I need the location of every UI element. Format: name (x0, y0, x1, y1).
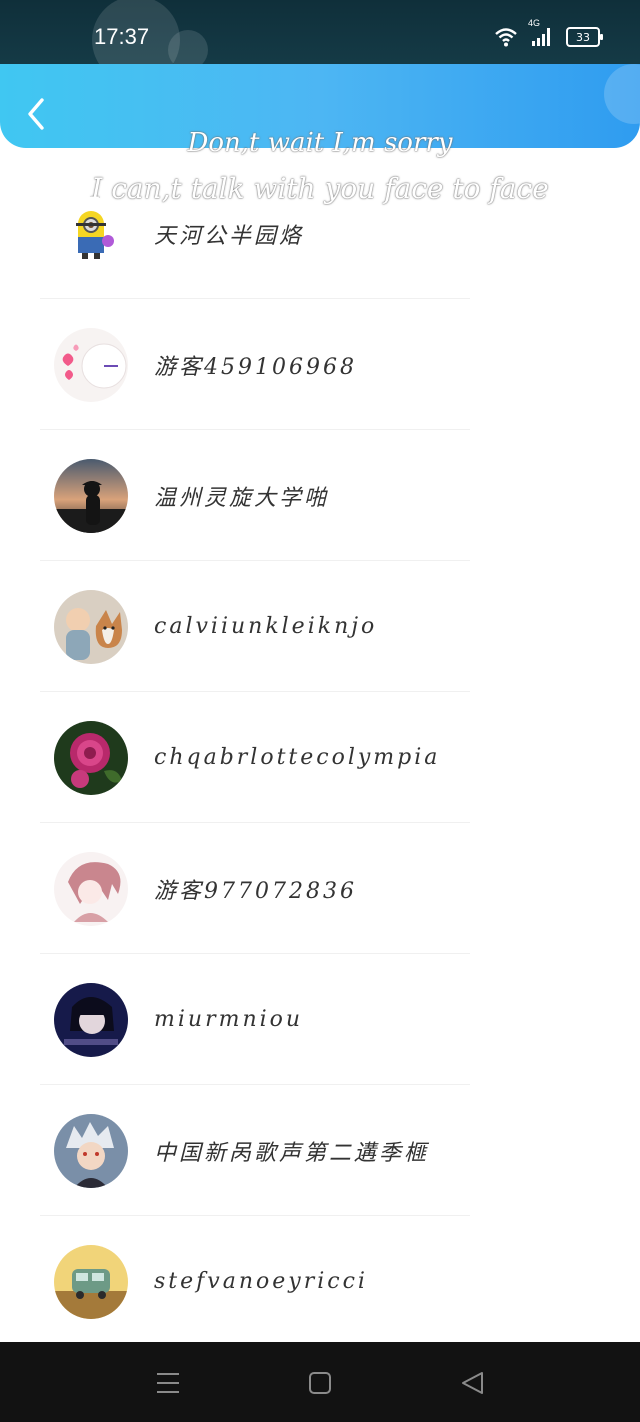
list-item[interactable]: stefvanoeyricci (0, 1216, 640, 1347)
back-nav-button[interactable] (458, 1370, 486, 1396)
chevron-left-icon (28, 98, 44, 130)
avatar (54, 982, 128, 1057)
home-button[interactable] (306, 1370, 334, 1396)
avatar (54, 851, 128, 926)
network-type-label: 4G (528, 18, 541, 28)
avatar (54, 720, 128, 795)
home-square-icon (309, 1372, 331, 1394)
user-name: 游客459106968 (154, 354, 357, 380)
decorative-bubble (604, 64, 640, 124)
user-name: 天河公半园烙 (154, 223, 305, 249)
list-item[interactable]: 游客977072836 (0, 823, 640, 954)
status-time: 17:37 (94, 24, 150, 49)
menu-icon (157, 1373, 179, 1393)
user-name: miurmniou (154, 1007, 304, 1032)
system-nav-bar (0, 1342, 640, 1422)
list-item[interactable]: calviiunkleiknjo (0, 561, 640, 692)
list-item[interactable]: chqabrlottecolympia (0, 692, 640, 823)
user-name: 中国新呙歌声第二遘季榧 (154, 1140, 430, 1166)
list-item[interactable]: 天河公半园烙 (0, 168, 640, 299)
list-item[interactable]: 游客459106968 (0, 299, 640, 430)
avatar (54, 196, 128, 271)
menu-button[interactable] (154, 1370, 182, 1396)
user-name: calviiunkleiknjo (154, 614, 378, 639)
avatar (54, 589, 128, 664)
user-list: 天河公半园烙 游客459106968 温州灵旋大学啪 calviiunkleik… (0, 168, 640, 1347)
avatar (54, 1113, 128, 1188)
avatar (54, 458, 128, 533)
lyric-overlay-line-1: Don,t wait I,m sorry (187, 128, 453, 158)
user-name: chqabrlottecolympia (154, 745, 441, 770)
avatar (54, 327, 128, 402)
avatar (54, 1244, 128, 1319)
cell-signal-icon (532, 28, 550, 46)
battery-icon: 33 (566, 27, 603, 47)
back-triangle-icon (462, 1372, 483, 1394)
battery-level: 33 (576, 30, 590, 44)
list-item[interactable]: miurmniou (0, 954, 640, 1085)
user-name: 温州灵旋大学啪 (154, 485, 330, 511)
user-name: 游客977072836 (154, 878, 357, 904)
list-item[interactable]: 温州灵旋大学啪 (0, 430, 640, 561)
list-item[interactable]: 中国新呙歌声第二遘季榧 (0, 1085, 640, 1216)
user-name: stefvanoeyricci (154, 1269, 368, 1294)
signal-indicator: 4G (528, 18, 554, 48)
wifi-icon (495, 28, 517, 47)
